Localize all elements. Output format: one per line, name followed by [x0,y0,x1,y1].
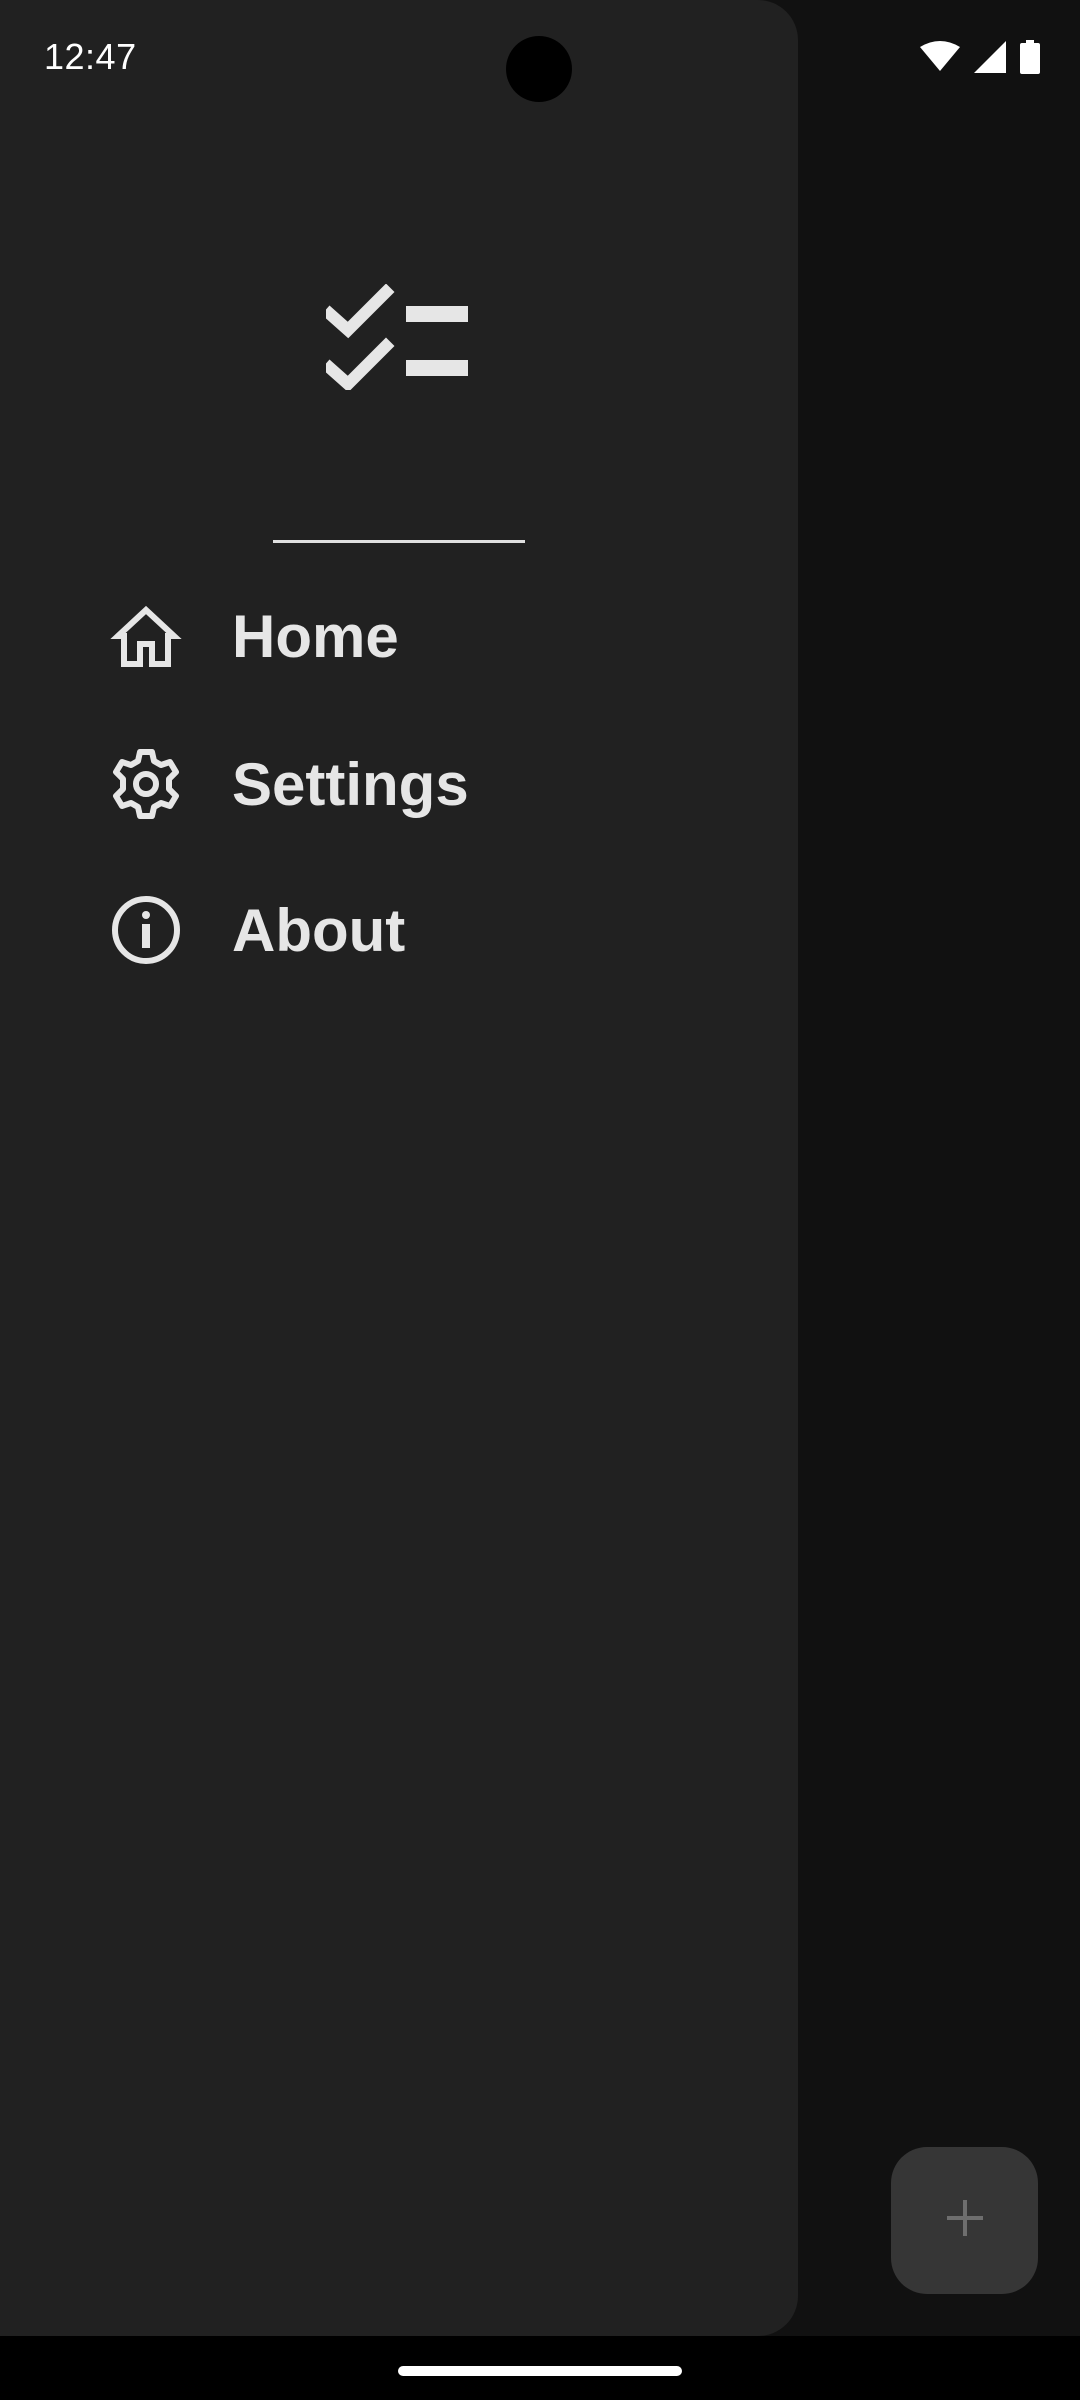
drawer-item-about[interactable]: About [110,880,405,980]
drawer-item-settings[interactable]: Settings [110,734,469,834]
add-fab-button[interactable] [891,2147,1038,2294]
checklist-icon [321,283,472,393]
status-icons [920,40,1040,79]
camera-cutout [506,36,572,102]
plus-icon [945,2198,985,2243]
drawer-item-label: Home [232,602,399,670]
wifi-icon [920,41,960,78]
navigation-drawer: Home Settings About [0,0,798,2336]
status-time: 12:47 [44,36,137,77]
screen: Home Settings About 12:47 [0,0,1080,2336]
home-icon [110,600,182,672]
drawer-item-label: Settings [232,750,469,818]
cellular-signal-icon [974,41,1006,78]
drawer-divider [273,540,525,543]
gear-icon [110,748,182,820]
drawer-item-label: About [232,896,406,964]
info-icon [110,894,182,966]
battery-icon [1020,40,1040,79]
drawer-item-home[interactable]: Home [110,586,399,686]
drawer-scrim[interactable] [798,0,1080,2336]
home-gesture-handle[interactable] [398,2366,682,2376]
